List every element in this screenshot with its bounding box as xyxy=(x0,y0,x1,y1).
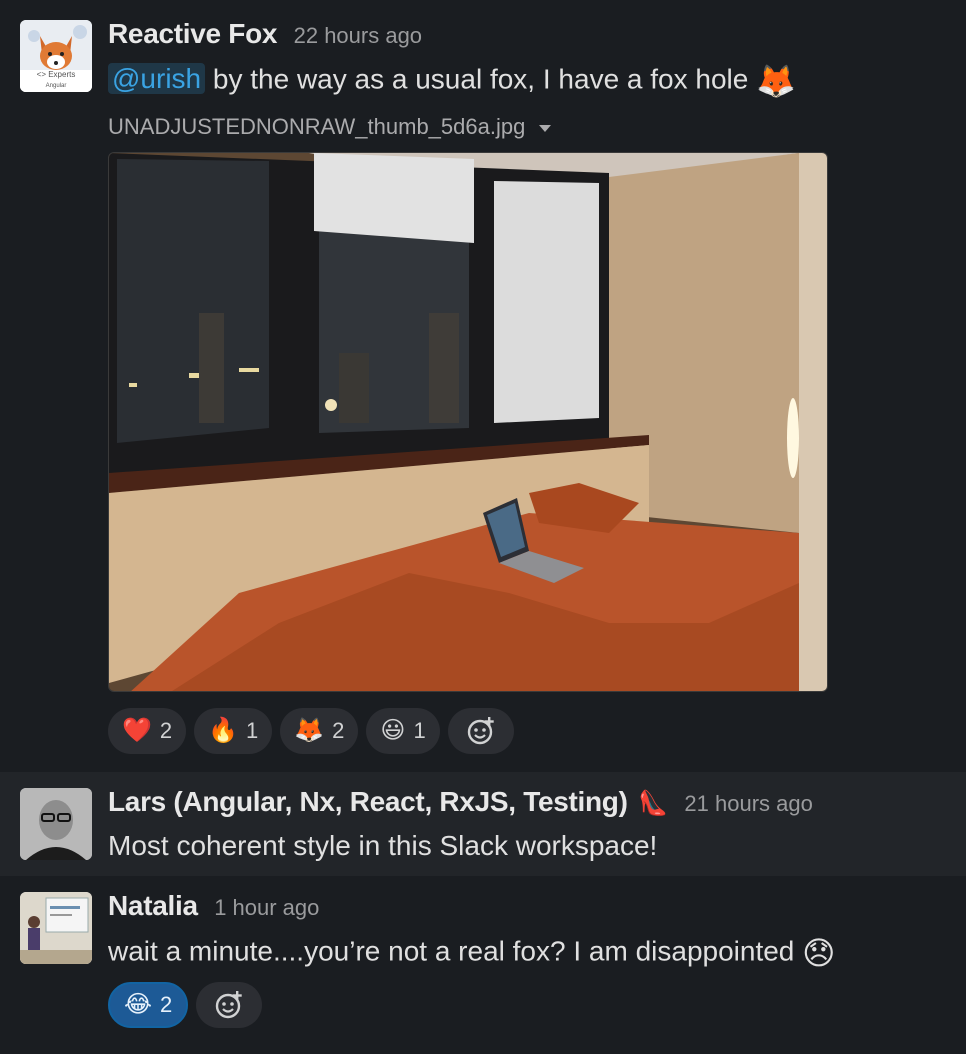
reaction-joy[interactable]: 😂 2 xyxy=(108,982,189,1028)
avatar-caption-sub: Angular xyxy=(45,83,67,89)
heart-icon: ❤️ xyxy=(122,717,152,744)
message-reactive-fox: <> Experts Angular Reactive Fox 22 hours… xyxy=(0,0,966,770)
attached-image[interactable] xyxy=(108,152,828,692)
avatar-reactive-fox[interactable]: <> Experts Angular xyxy=(20,20,92,92)
add-reaction-icon xyxy=(216,991,242,1019)
file-name[interactable]: UNADJUSTEDNONRAW_thumb_5d6a.jpg xyxy=(108,114,552,140)
user-mention[interactable]: @urish xyxy=(108,63,206,95)
timestamp[interactable]: 21 hours ago xyxy=(684,791,812,816)
fox-icon: 🦊 xyxy=(294,717,325,744)
message-natalia: Natalia 1 hour ago wait a minute....you’… xyxy=(0,876,966,1054)
lars-avatar-image xyxy=(20,788,92,860)
reaction-count: 1 xyxy=(246,718,259,743)
avatar-lars[interactable] xyxy=(20,788,92,860)
fox-emoji-icon: 🦊 xyxy=(756,63,796,99)
smiley-icon: 😃 xyxy=(380,717,406,744)
status-emoji-icon[interactable]: 👠 xyxy=(638,790,668,817)
timestamp[interactable]: 22 hours ago xyxy=(294,23,422,48)
reaction-count: 2 xyxy=(160,992,173,1017)
message-header: Lars (Angular, Nx, React, RxJS, Testing)… xyxy=(108,786,813,818)
author-name[interactable]: Lars (Angular, Nx, React, RxJS, Testing) xyxy=(108,786,628,817)
disappointed-emoji-icon: 😞 xyxy=(802,935,836,971)
joy-icon: 😂 xyxy=(124,991,153,1018)
reaction-count: 2 xyxy=(159,718,173,743)
message-header: Reactive Fox 22 hours ago xyxy=(108,18,422,50)
timestamp[interactable]: 1 hour ago xyxy=(214,895,319,920)
reaction-fire[interactable]: 🔥 1 xyxy=(194,708,273,754)
message-lars: Lars (Angular, Nx, React, RxJS, Testing)… xyxy=(0,772,966,876)
author-name[interactable]: Reactive Fox xyxy=(108,18,277,49)
bedroom-photo xyxy=(109,153,827,691)
avatar-natalia[interactable] xyxy=(20,892,92,964)
author-name[interactable]: Natalia xyxy=(108,890,198,921)
message-header: Natalia 1 hour ago xyxy=(108,890,319,922)
reaction-fox[interactable]: 🦊 2 xyxy=(280,708,359,754)
chevron-down-icon[interactable] xyxy=(539,124,552,132)
reaction-bar: 😂 2 xyxy=(108,982,263,1028)
fire-icon: 🔥 xyxy=(208,717,239,744)
message-text: @urish by the way as a usual fox, I have… xyxy=(108,62,796,100)
avatar-caption: <> Experts xyxy=(36,70,76,79)
message-body: by the way as a usual fox, I have a fox … xyxy=(205,63,757,95)
reaction-smiley[interactable]: 😃 1 xyxy=(366,708,440,754)
add-reaction-button[interactable] xyxy=(447,708,514,754)
reaction-heart[interactable]: ❤️ 2 xyxy=(108,708,187,754)
reaction-count: 2 xyxy=(332,718,345,743)
natalia-avatar-image xyxy=(20,892,92,964)
add-reaction-button[interactable] xyxy=(196,982,263,1028)
file-name-label: UNADJUSTEDNONRAW_thumb_5d6a.jpg xyxy=(108,114,526,139)
add-reaction-icon xyxy=(467,717,494,745)
message-body: Most coherent style in this Slack worksp… xyxy=(108,830,658,861)
reaction-count: 1 xyxy=(413,718,426,743)
message-body: wait a minute....you’re not a real fox? … xyxy=(108,935,803,967)
message-text: wait a minute....you’re not a real fox? … xyxy=(108,934,836,972)
reaction-bar: ❤️ 2 🔥 1 🦊 2 😃 1 xyxy=(108,708,514,754)
